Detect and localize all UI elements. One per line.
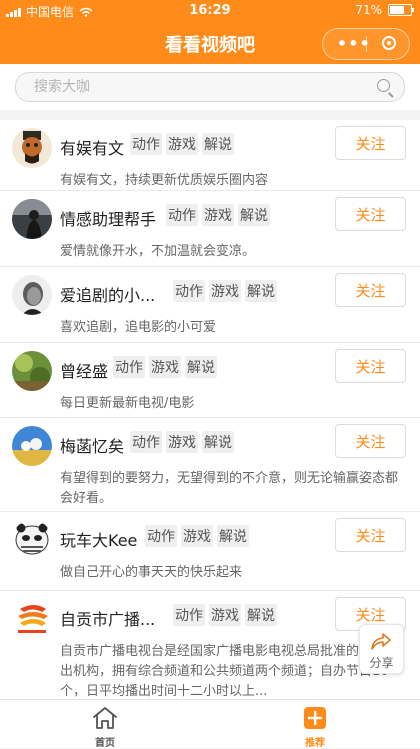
creator-name[interactable]: 自贡市广播... xyxy=(60,606,155,630)
creator-name[interactable]: 梅菡忆矣 xyxy=(60,433,124,457)
tag: 动作 xyxy=(173,604,205,626)
plus-icon xyxy=(304,707,326,729)
capsule-divider xyxy=(366,36,367,52)
tag: 解说 xyxy=(217,525,249,547)
list-item[interactable]: 爱追剧的小... 动作 游戏 解说 关注 喜欢追剧，追电影的小可爱 xyxy=(0,267,420,343)
tag: 动作 xyxy=(145,525,177,547)
creator-list: 有娱有文 动作 游戏 解说 关注 有娱有文，持续更新优质娱乐圈内容 情感助理帮手… xyxy=(0,120,420,699)
nav-bar: 看看视频吧 ••• xyxy=(0,22,420,64)
target-icon[interactable] xyxy=(382,36,396,50)
tag: 游戏 xyxy=(209,280,241,302)
follow-button[interactable]: 关注 xyxy=(335,126,406,160)
creator-description: 喜欢追剧，追电影的小可爱 xyxy=(60,320,217,335)
search-bar[interactable] xyxy=(15,72,405,102)
tag: 动作 xyxy=(113,356,145,378)
search-input[interactable] xyxy=(34,77,354,97)
creator-name[interactable]: 曾经盛 xyxy=(60,358,108,382)
creator-name[interactable]: 玩车大Kee xyxy=(60,527,137,551)
tag: 解说 xyxy=(185,356,217,378)
tab-recommend[interactable]: 推荐 xyxy=(210,700,420,749)
tag-list: 动作 游戏 解说 xyxy=(173,280,277,302)
tab-home[interactable]: 首页 xyxy=(0,700,210,749)
tag-list: 动作 游戏 解说 xyxy=(130,431,234,453)
creator-description: 自贡市广播电视台是经国家广播电影电视总局批准的电视播出机构，拥有综合频道和公共频… xyxy=(60,644,399,699)
list-item[interactable]: 玩车大Kee 动作 游戏 解说 关注 做自己开心的事天天的快乐起来 xyxy=(0,512,420,591)
tag: 游戏 xyxy=(166,431,198,453)
tag: 动作 xyxy=(130,431,162,453)
avatar[interactable] xyxy=(12,520,52,560)
follow-button[interactable]: 关注 xyxy=(335,424,406,458)
share-label: 分享 xyxy=(369,656,394,670)
tag: 游戏 xyxy=(149,356,181,378)
tag: 解说 xyxy=(245,280,277,302)
tag: 解说 xyxy=(245,604,277,626)
avatar[interactable] xyxy=(12,275,52,315)
battery-percent: 71% xyxy=(355,3,382,17)
miniprogram-capsule: ••• xyxy=(322,28,410,60)
battery-icon xyxy=(388,4,414,16)
tag: 动作 xyxy=(166,204,198,226)
search-area xyxy=(0,64,420,110)
avatar[interactable] xyxy=(12,599,52,639)
tag: 动作 xyxy=(130,133,162,155)
tag: 解说 xyxy=(202,133,234,155)
avatar[interactable] xyxy=(12,426,52,466)
list-item[interactable]: 情感助理帮手 动作 游戏 解说 关注 爱情就像开水，不加温就会变凉。 xyxy=(0,191,420,267)
creator-name[interactable]: 情感助理帮手 xyxy=(60,206,156,230)
search-icon[interactable] xyxy=(377,79,390,92)
tag: 游戏 xyxy=(166,133,198,155)
list-item[interactable]: 自贡市广播... 动作 游戏 解说 关注 自贡市广播电视台是经国家广播电影电视总… xyxy=(0,591,420,699)
creator-description: 做自己开心的事天天的快乐起来 xyxy=(60,565,243,580)
tag-list: 动作 游戏 解说 xyxy=(113,356,217,378)
tag-list: 动作 游戏 解说 xyxy=(130,133,234,155)
creator-name[interactable]: 爱追剧的小... xyxy=(60,282,155,306)
share-button[interactable]: 分享 xyxy=(359,624,404,674)
tag-list: 动作 游戏 解说 xyxy=(166,204,270,226)
tag: 游戏 xyxy=(202,204,234,226)
follow-button[interactable]: 关注 xyxy=(335,518,406,552)
creator-description: 每日更新最新电视/电影 xyxy=(60,396,195,411)
creator-name[interactable]: 有娱有文 xyxy=(60,135,124,159)
tag-list: 动作 游戏 解说 xyxy=(173,604,277,626)
avatar[interactable] xyxy=(12,351,52,391)
creator-description: 有望得到的要努力，无望得到的不介意，则无论输赢姿态都会好看。 xyxy=(60,471,399,506)
tag-list: 动作 游戏 解说 xyxy=(145,525,249,547)
follow-button[interactable]: 关注 xyxy=(335,273,406,307)
creator-description: 爱情就像开水，不加温就会变凉。 xyxy=(60,244,256,259)
tab-bar: 首页 推荐 xyxy=(0,699,420,749)
tag: 游戏 xyxy=(209,604,241,626)
list-item[interactable]: 曾经盛 动作 游戏 解说 关注 每日更新最新电视/电影 xyxy=(0,343,420,418)
creator-description: 有娱有文，持续更新优质娱乐圈内容 xyxy=(60,173,269,188)
tag: 解说 xyxy=(238,204,270,226)
status-bar: 中国电信 16:29 71% xyxy=(0,0,420,22)
follow-button[interactable]: 关注 xyxy=(335,197,406,231)
tag: 游戏 xyxy=(181,525,213,547)
tag: 解说 xyxy=(202,431,234,453)
list-item[interactable]: 有娱有文 动作 游戏 解说 关注 有娱有文，持续更新优质娱乐圈内容 xyxy=(0,120,420,191)
tag: 动作 xyxy=(173,280,205,302)
avatar[interactable] xyxy=(12,128,52,168)
list-item[interactable]: 梅菡忆矣 动作 游戏 解说 关注 有望得到的要努力，无望得到的不介意，则无论输赢… xyxy=(0,418,420,512)
home-icon xyxy=(93,707,117,729)
follow-button[interactable]: 关注 xyxy=(335,349,406,383)
avatar[interactable] xyxy=(12,199,52,239)
share-arrow-icon xyxy=(371,633,391,650)
